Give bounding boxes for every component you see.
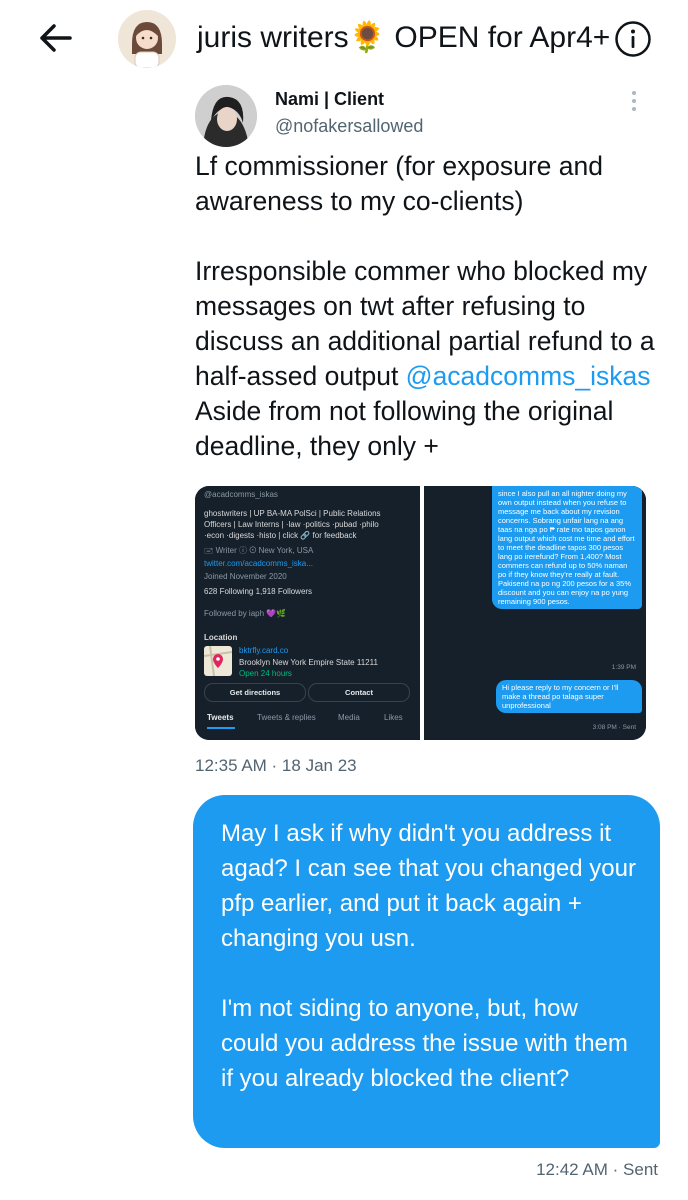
quoted-tweet-timestamp[interactable]: 12:35 AM · 18 Jan 23: [195, 756, 357, 776]
quoted-tweet-paragraph: Irresponsible commer who blocked my mess…: [195, 254, 657, 464]
profile-handle: @acadcomms_iskas: [204, 490, 278, 499]
tweet-media[interactable]: @acadcomms_iskas ghostwriters | UP BA-MA…: [195, 486, 646, 740]
tab-indicator: [207, 727, 235, 729]
quoted-tweet-text: Lf commissioner (for exposure and awaren…: [195, 149, 657, 464]
dm-timestamp: 3:08 PM · Sent: [592, 724, 636, 731]
info-icon[interactable]: [614, 20, 652, 58]
message-bubble[interactable]: May I ask if why didn't you address it a…: [193, 795, 660, 1148]
message-text: May I ask if why didn't you address it a…: [221, 816, 641, 1096]
more-options-icon[interactable]: [627, 91, 641, 117]
conversation-header: juris writers🌻 OPEN for Apr4+: [0, 0, 688, 78]
quoted-tweet-handle[interactable]: @nofakersallowed: [275, 116, 423, 137]
dm-bubble: since I also pull an all nighter doing m…: [492, 486, 642, 609]
location-link: bktrfly.card.co: [239, 646, 289, 655]
tweet-text-segment: Aside from not following the original de…: [195, 396, 614, 461]
location-address: Brooklyn New York Empire State 11211: [239, 658, 378, 667]
tab-media: Media: [338, 713, 360, 722]
profile-stats: 628 Following 1,918 Followers: [204, 587, 313, 596]
location-hours: Open 24 hours: [239, 669, 292, 678]
message-timestamp: 12:42 AM · Sent: [536, 1160, 658, 1179]
back-arrow-icon[interactable]: [36, 20, 76, 56]
profile-followed-by: Followed by iaph 💜🌿: [204, 609, 287, 618]
dm-screenshot[interactable]: since I also pull an all nighter doing m…: [424, 486, 646, 740]
profile-screenshot[interactable]: @acadcomms_iskas ghostwriters | UP BA-MA…: [195, 486, 420, 740]
profile-bio-line: ghostwriters | UP BA-MA PolSci | Public …: [204, 509, 381, 518]
tab-tweets: Tweets: [207, 713, 234, 722]
avatar[interactable]: [118, 10, 176, 68]
quoted-tweet-name[interactable]: Nami | Client: [275, 89, 384, 110]
page-title[interactable]: juris writers🌻 OPEN for Apr4+: [197, 18, 610, 58]
profile-link: twitter.com/acadcomms_iska...: [204, 559, 313, 568]
tab-likes: Likes: [384, 713, 403, 722]
message-paragraph: May I ask if why didn't you address it a…: [221, 820, 636, 952]
profile-bio-line: ·econ ·digests ·histo | click 🔗 for feed…: [204, 531, 357, 540]
profile-bio-line: Officers | Law Interns | ·law ·politics …: [204, 520, 379, 529]
profile-tabs: Tweets Tweets & replies Media Likes: [195, 708, 420, 729]
profile-meta: 🖃 Writer ⓘ ⊙ New York, USA: [204, 546, 314, 555]
contact-button: Contact: [308, 683, 410, 702]
tab-tweets-replies: Tweets & replies: [257, 713, 316, 722]
map-pin-icon: [203, 645, 233, 677]
quoted-tweet-paragraph: Lf commissioner (for exposure and awaren…: [195, 151, 603, 216]
mention-link[interactable]: @acadcomms_iskas: [406, 361, 651, 391]
message-paragraph: I'm not siding to anyone, but, how could…: [221, 995, 628, 1092]
quoted-tweet-avatar[interactable]: [195, 85, 257, 147]
location-label: Location: [204, 633, 238, 642]
get-directions-button: Get directions: [204, 683, 306, 702]
profile-joined: Joined November 2020: [204, 572, 287, 581]
dm-bubble: Hi please reply to my concern or I'll ma…: [496, 680, 642, 713]
dm-timestamp: 1:39 PM: [611, 664, 636, 671]
